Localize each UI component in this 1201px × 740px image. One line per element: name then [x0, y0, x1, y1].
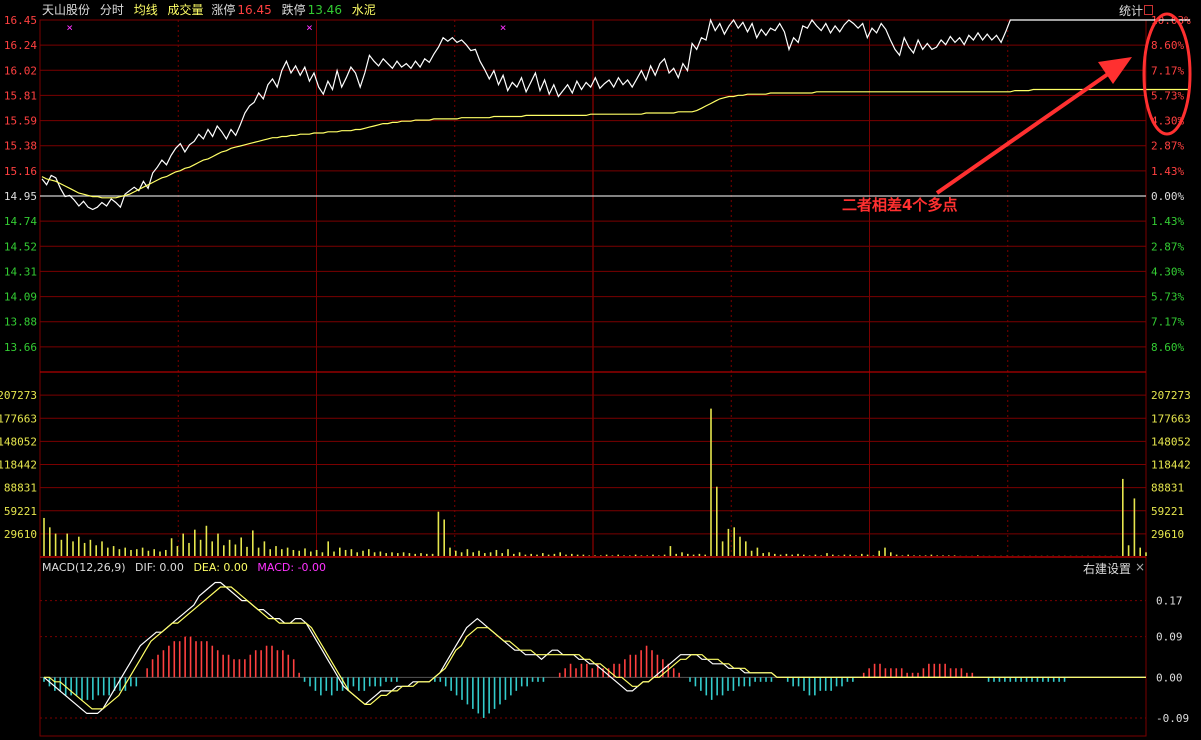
volume-tick-label: 29610 — [4, 528, 37, 541]
price-tick-label: 13.88 — [4, 316, 37, 329]
annotation-text: 二者相差4个多点 — [842, 196, 958, 214]
event-marker-icon: × — [306, 21, 313, 34]
price-tick-label: 14.31 — [4, 265, 37, 278]
volume-tick-label: 59221 — [4, 505, 37, 518]
pct-tick-label: 8.60% — [1151, 341, 1184, 354]
limit-up-label: 涨停 — [211, 3, 236, 17]
stock-name[interactable]: 天山股份 — [42, 3, 90, 17]
pct-tick-label: 7.17% — [1151, 64, 1184, 77]
volume-tick-label-right: 29610 — [1151, 528, 1184, 541]
macd-dea: DEA: 0.00 — [193, 561, 248, 574]
avg-line-label: 均线 — [133, 3, 158, 17]
event-marker-icon: × — [66, 21, 73, 34]
mode-label[interactable]: 分时 — [100, 3, 124, 17]
limit-down-value: 13.46 — [307, 3, 342, 17]
volume-label: 成交量 — [167, 3, 204, 17]
avg-price-line — [41, 88, 1191, 199]
limit-up-value: 16.45 — [237, 3, 272, 17]
dea-line — [44, 586, 1146, 710]
price-tick-label: 14.95 — [4, 190, 37, 203]
chart-header: 天山股份 分时 均线 成交量 涨停 16.45 跌停 13.46 水泥 — [42, 2, 382, 18]
macd-tick-label: 0.00 — [1156, 671, 1183, 684]
macd-tick-label: 0.09 — [1156, 631, 1183, 644]
price-tick-label: 15.59 — [4, 115, 37, 128]
volume-tick-label: 148052 — [0, 435, 37, 448]
pct-tick-label: 0.00% — [1151, 190, 1184, 203]
volume-tick-label: 177663 — [0, 412, 37, 425]
volume-tick-label-right: 118442 — [1151, 459, 1191, 472]
window-restore-icon[interactable] — [1144, 5, 1153, 15]
volume-tick-label-right: 88831 — [1151, 482, 1184, 495]
price-tick-label: 16.45 — [4, 14, 37, 27]
pct-tick-label: 2.87% — [1151, 140, 1184, 153]
pct-tick-label: 1.43% — [1151, 215, 1184, 228]
pct-tick-label: 5.73% — [1151, 89, 1184, 102]
volume-tick-label: 207273 — [0, 389, 37, 402]
macd-dif: DIF: 0.00 — [135, 561, 184, 574]
price-tick-label: 13.66 — [4, 341, 37, 354]
price-tick-label: 15.16 — [4, 165, 37, 178]
price-tick-label: 15.81 — [4, 89, 37, 102]
macd-title: MACD(12,26,9) — [42, 561, 126, 574]
macd-header: MACD(12,26,9) DIF: 0.00 DEA: 0.00 MACD: … — [42, 560, 332, 576]
pct-tick-label: 1.43% — [1151, 165, 1184, 178]
macd-value: MACD: -0.00 — [257, 561, 327, 574]
macd-tick-label: 0.17 — [1156, 595, 1183, 608]
sector-label[interactable]: 水泥 — [352, 3, 376, 17]
right-click-settings[interactable]: 右建设置 — [1083, 560, 1131, 577]
pct-tick-label: 8.60% — [1151, 39, 1184, 52]
grid-layer — [39, 19, 1147, 737]
price-tick-label: 16.02 — [4, 64, 37, 77]
volume-tick-label-right: 148052 — [1151, 435, 1191, 448]
pct-tick-label: 4.30% — [1151, 265, 1184, 278]
pct-tick-label: 2.87% — [1151, 240, 1184, 253]
pct-tick-label: 7.17% — [1151, 316, 1184, 329]
price-tick-label: 14.74 — [4, 215, 37, 228]
volume-tick-label-right: 59221 — [1151, 505, 1184, 518]
price-tick-label: 14.09 — [4, 291, 37, 304]
macd-tick-label: -0.09 — [1156, 712, 1189, 725]
intraday-chart[interactable]: 16.45 10.03%16.24 8.60%16.02 7.17%15.81 5.73… — [0, 0, 1201, 740]
price-tick-label: 15.38 — [4, 140, 37, 153]
dif-line — [43, 581, 1146, 714]
limit-down-label: 跌停 — [281, 3, 306, 17]
price-tick-label: 14.52 — [4, 240, 37, 253]
volume-tick-label: 88831 — [4, 482, 37, 495]
price-tick-label: 16.24 — [4, 39, 37, 52]
volume-tick-label-right: 207273 — [1151, 389, 1191, 402]
volume-tick-label-right: 177663 — [1151, 412, 1191, 425]
event-marker-icon: × — [500, 21, 507, 34]
close-icon[interactable]: × — [1135, 560, 1145, 574]
volume-tick-label: 118442 — [0, 459, 37, 472]
stats-button[interactable]: 统计 — [1119, 2, 1143, 19]
pct-tick-label: 5.73% — [1151, 291, 1184, 304]
